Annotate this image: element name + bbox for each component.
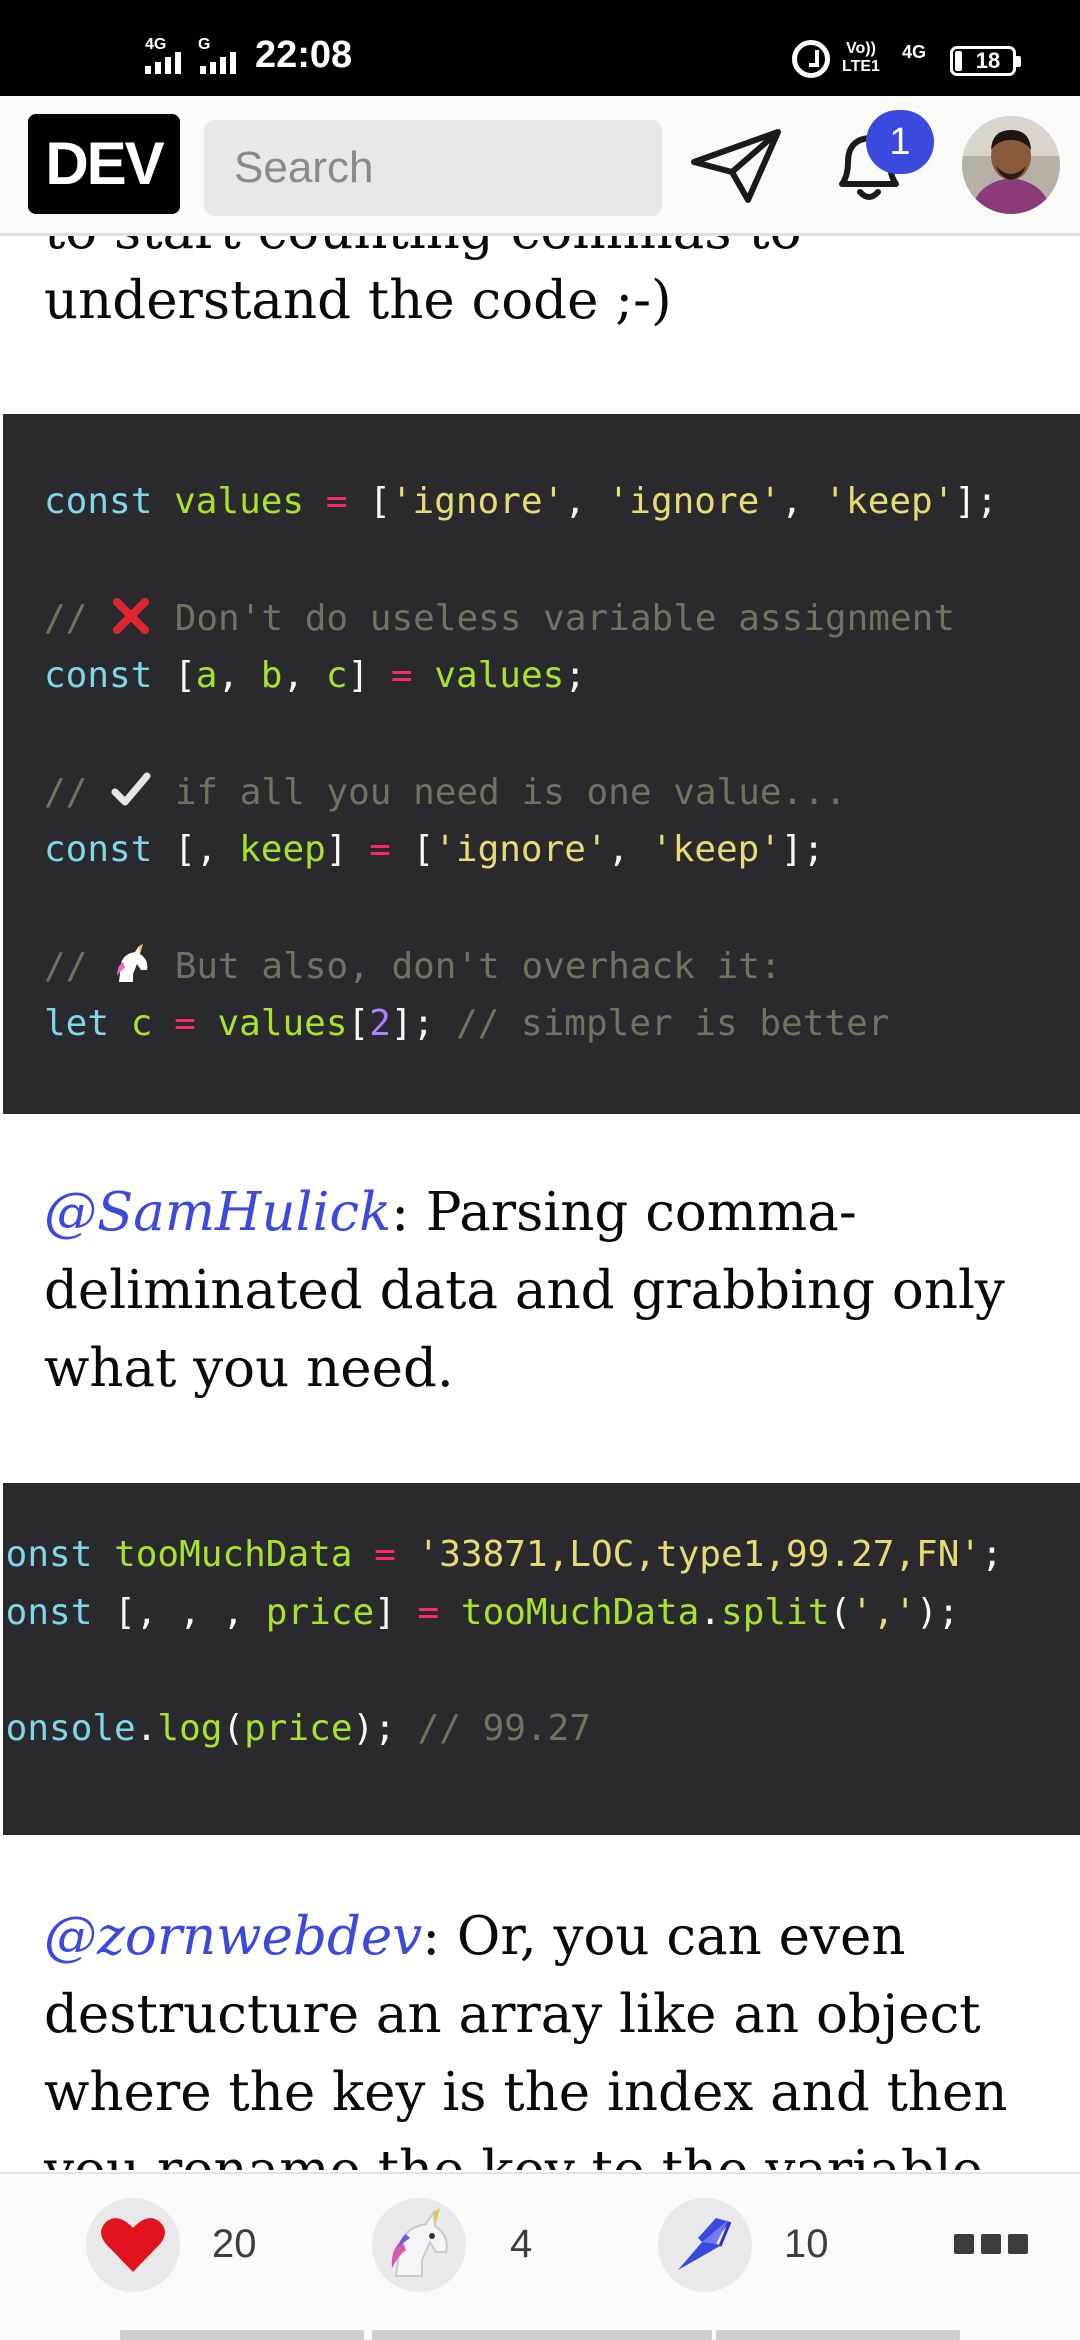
code-line: const [, keep] = ['ignore', 'keep']; — [44, 829, 825, 870]
unicorn-icon — [117, 944, 148, 982]
paragraph-text: deliminated data and grabbing only — [44, 1260, 1005, 1321]
paragraph-text-fragment: : Parsing comma- — [391, 1182, 857, 1243]
code-line: let c = values[2]; // simpler is better — [44, 1003, 890, 1044]
reaction-bar: 20 4 10 — [0, 2172, 1080, 2340]
code-comment: // But also, don't overhack it: — [44, 944, 782, 987]
paragraph-partial: you rename the key to the variable — [44, 2132, 1044, 2170]
check-mark-icon — [111, 772, 151, 806]
bookmark-reaction-button[interactable] — [658, 2198, 752, 2292]
paragraph-text: understand the code ;-) — [44, 270, 672, 331]
send-icon[interactable] — [688, 126, 784, 206]
search-input[interactable] — [204, 120, 662, 216]
heart-reaction-button[interactable] — [86, 2198, 180, 2292]
user-mention-link[interactable]: @SamHulick — [44, 1182, 391, 1243]
code-block: const tooMuchData = '33871,LOC,type1,99.… — [3, 1483, 1080, 1835]
heart-count: 20 — [212, 2222, 257, 2266]
notification-badge[interactable]: 1 — [866, 110, 934, 174]
code-line: const values = ['ignore', 'ignore', 'kee… — [44, 481, 998, 522]
code-line: const [a, b, c] = values; — [44, 655, 587, 696]
paragraph-text: what you need. — [44, 1338, 454, 1399]
paragraph-text: destructure an array like an object — [44, 1984, 981, 2045]
code-comment: // Don't do useless variable assignment — [44, 598, 955, 639]
heart-icon — [101, 2218, 165, 2272]
avatar[interactable] — [962, 116, 1060, 214]
code-line: const tooMuchData = '33871,LOC,type1,99.… — [3, 1534, 1003, 1575]
unicorn-count: 4 — [510, 2222, 533, 2266]
bookmark-icon — [678, 2218, 732, 2270]
code-comment: // if all you need is one value... — [44, 772, 847, 813]
paragraph-text-fragment: : Or, you can even — [422, 1906, 906, 1967]
dev-logo[interactable]: DEV — [28, 114, 180, 214]
top-nav: DEV 1 — [0, 96, 1080, 236]
paragraph-text: @SamHulick: Parsing comma- — [44, 1174, 1044, 1252]
bookmark-count: 10 — [784, 2222, 829, 2266]
code-line: const [, , , price] = tooMuchData.split(… — [3, 1592, 960, 1633]
article-body[interactable]: to start counting commas to understand t… — [0, 0, 1080, 2170]
cross-mark-icon — [113, 598, 150, 634]
unicorn-icon — [391, 2208, 448, 2277]
code-block: const values = ['ignore', 'ignore', 'kee… — [3, 414, 1080, 1114]
unicorn-reaction-button[interactable] — [372, 2198, 466, 2292]
system-nav-bar — [0, 2330, 1080, 2340]
more-options-icon[interactable] — [954, 2234, 1028, 2254]
code-line: console.log(price); // 99.27 — [3, 1708, 591, 1749]
user-mention-link[interactable]: @zornwebdev — [44, 1906, 422, 1967]
paragraph-text: where the key is the index and then — [44, 2062, 1008, 2123]
paragraph-text: @zornwebdev: Or, you can even — [44, 1898, 1044, 1976]
